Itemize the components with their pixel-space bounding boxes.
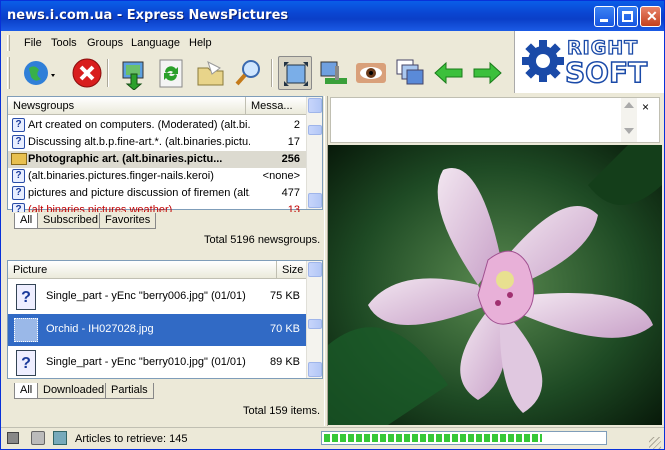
picture-row[interactable]: ? Single_part - yEnc "berry006.jpg" (01/0…: [8, 281, 306, 313]
eye-icon[interactable]: [354, 56, 388, 90]
scroll-down-button[interactable]: [308, 362, 322, 377]
picture-row[interactable]: ? Single_part - yEnc "berry010.jpg" (01/0…: [8, 347, 306, 379]
scroll-thumb[interactable]: [308, 125, 322, 135]
refresh-icon[interactable]: [154, 56, 188, 90]
question-icon: ?: [16, 350, 36, 376]
preview-image-orchid[interactable]: [328, 145, 662, 425]
menu-bar: File Tools Groups Language Help: [1, 31, 513, 53]
question-icon: ?: [16, 284, 36, 310]
picture-row[interactable]: Orchid - IH027028.jpg 70 KB: [8, 314, 306, 346]
newsgroups-list: Newsgroups Messa... ? Art created on comp…: [7, 96, 323, 212]
picture-thumbnail-icon: [14, 318, 38, 342]
magnifier-icon[interactable]: [232, 56, 266, 90]
fit-to-window-icon[interactable]: [278, 56, 312, 90]
newsgroups-scrollbar[interactable]: [306, 97, 322, 209]
menu-language[interactable]: Language: [131, 37, 180, 49]
connect-globe-icon[interactable]: [21, 56, 55, 90]
main-window: news.i.com.ua - Express NewsPictures ✕ F…: [0, 0, 665, 450]
column-size[interactable]: Size: [276, 261, 306, 279]
brand-logo: RIGHT SOFT: [514, 31, 664, 93]
resize-grip[interactable]: [649, 437, 661, 449]
title-bar[interactable]: news.i.com.ua - Express NewsPictures ✕: [1, 1, 664, 31]
picture-name: Orchid - IH027028.jpg: [46, 323, 154, 335]
toolbar: [1, 53, 513, 93]
window-title: news.i.com.ua - Express NewsPictures: [7, 8, 289, 23]
slideshow-icon[interactable]: [393, 56, 427, 90]
scroll-down-button[interactable]: [308, 193, 322, 208]
message-count: <none>: [262, 170, 300, 182]
question-icon: ?: [12, 135, 25, 149]
info-scrollbar[interactable]: [621, 98, 637, 142]
online-status-icon: [7, 432, 19, 444]
picture-size: 75 KB: [270, 290, 300, 302]
progress-fill: [324, 434, 542, 442]
wallpaper-icon[interactable]: [317, 56, 351, 90]
close-button[interactable]: ✕: [640, 6, 661, 27]
folder-open-icon: [11, 153, 27, 165]
scroll-up-button[interactable]: [308, 262, 322, 277]
message-count: 13: [287, 204, 300, 212]
newsgroup-name: Discussing alt.b.p.fine-art.*. (alt.bina…: [28, 136, 250, 148]
message-count: 2: [293, 119, 300, 131]
picture-name: Single_part - yEnc "berry010.jpg" (01/01…: [46, 356, 246, 368]
question-icon: ?: [12, 186, 25, 200]
newsgroup-name: Photographic art. (alt.binaries.pictu...: [28, 153, 223, 165]
newsgroup-row[interactable]: ? Art created on computers. (Moderated) (…: [8, 117, 306, 134]
newsgroups-total: Total 5196 newsgroups.: [204, 234, 321, 246]
newsgroup-row[interactable]: ? (alt.binaries.pictures.finger-nails.ker…: [8, 168, 306, 185]
question-icon: ?: [12, 203, 25, 212]
picture-name: Single_part - yEnc "berry006.jpg" (01/01…: [46, 290, 246, 302]
tab-partials[interactable]: Partials: [105, 383, 154, 399]
close-preview-icon[interactable]: ×: [642, 100, 649, 114]
menu-groups[interactable]: Groups: [87, 37, 123, 49]
newsgroup-name: (alt.binaries.pictures.weather): [28, 204, 173, 212]
tab-all-groups[interactable]: All: [14, 213, 39, 229]
progress-bar: [321, 431, 607, 445]
tab-all-pictures[interactable]: All: [14, 383, 39, 399]
newsgroup-name: pictures and picture discussion of firem…: [28, 187, 250, 199]
column-messages[interactable]: Messa...: [245, 97, 306, 115]
message-count: 17: [287, 136, 300, 148]
stop-icon[interactable]: [70, 56, 104, 90]
menu-tools[interactable]: Tools: [51, 37, 77, 49]
arrow-left-icon[interactable]: [432, 56, 466, 90]
picture-size: 70 KB: [270, 323, 300, 335]
tab-downloaded[interactable]: Downloaded: [37, 383, 111, 399]
message-count: 256: [281, 153, 300, 165]
pictures-total: Total 159 items.: [243, 405, 321, 417]
gear-icon: [522, 40, 564, 82]
maximize-button[interactable]: [617, 6, 638, 27]
question-icon: ?: [12, 169, 25, 183]
folder-icon[interactable]: [194, 56, 228, 90]
column-picture[interactable]: Picture: [8, 261, 276, 279]
question-icon: ?: [12, 118, 25, 132]
articles-icon: [53, 431, 67, 445]
picture-size: 89 KB: [270, 356, 300, 368]
preview-info-panel: ×: [330, 97, 660, 143]
newsgroup-row[interactable]: ? (alt.binaries.pictures.weather) 13: [8, 202, 306, 212]
scroll-thumb[interactable]: [308, 319, 322, 329]
tab-subscribed[interactable]: Subscribed: [37, 213, 105, 229]
pictures-list: Picture Size ? Single_part - yEnc "berry0…: [7, 260, 323, 379]
newsgroup-row[interactable]: Photographic art. (alt.binaries.pictu...…: [8, 151, 306, 168]
minimize-button[interactable]: [594, 6, 615, 27]
newsgroup-name: (alt.binaries.pictures.finger-nails.kero…: [28, 170, 214, 182]
download-pictures-icon[interactable]: [117, 56, 151, 91]
newsgroup-name: Art created on computers. (Moderated) (a…: [28, 119, 250, 131]
message-count: 477: [281, 187, 300, 199]
status-text: Articles to retrieve: 145: [75, 433, 188, 445]
menu-help[interactable]: Help: [189, 37, 212, 49]
arrow-right-icon[interactable]: [470, 56, 504, 90]
tab-favorites[interactable]: Favorites: [99, 213, 157, 229]
menu-file[interactable]: File: [24, 37, 42, 49]
column-newsgroups[interactable]: Newsgroups: [8, 97, 245, 115]
close-icon: ✕: [646, 8, 658, 24]
newsgroup-row[interactable]: ? pictures and picture discussion of fire…: [8, 185, 306, 202]
database-icon: [31, 431, 45, 445]
logo-text-soft: SOFT: [564, 55, 648, 90]
scroll-up-button[interactable]: [308, 98, 322, 113]
pictures-scrollbar[interactable]: [306, 261, 322, 378]
newsgroup-row[interactable]: ? Discussing alt.b.p.fine-art.*. (alt.bin…: [8, 134, 306, 151]
